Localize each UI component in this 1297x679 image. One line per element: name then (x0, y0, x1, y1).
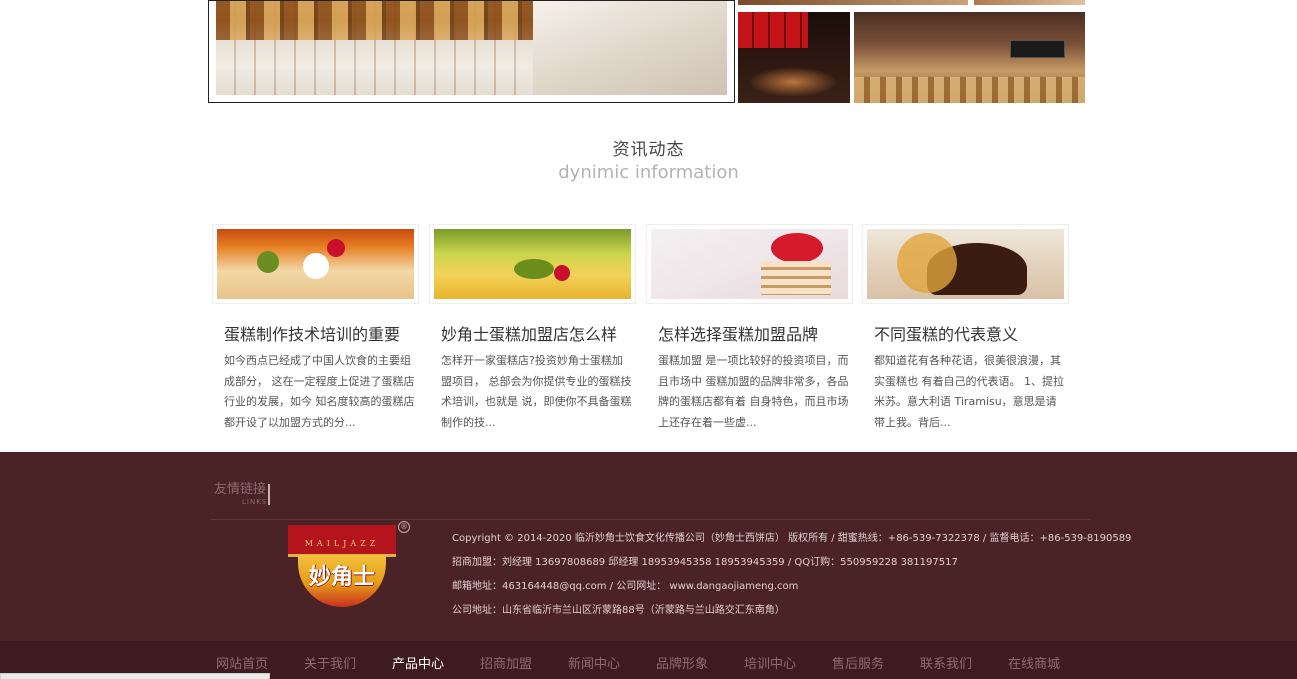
nav-news[interactable]: 新闻中心 (568, 653, 620, 672)
store-photo-thumb-1[interactable] (738, 0, 968, 5)
news-title[interactable]: 不同蛋糕的代表意义 (862, 321, 1069, 345)
news-thumbnail[interactable] (212, 224, 419, 304)
site-footer: 友情链接 LINKS MAILJAZZ 妙角士 ® Copyright © 20… (0, 452, 1297, 641)
store-photo-gallery (0, 0, 1297, 110)
footer-divider (210, 519, 1090, 520)
friendly-links-title: 友情链接 (214, 482, 267, 497)
news-title[interactable]: 蛋糕制作技术培训的重要 (212, 321, 419, 345)
nav-home[interactable]: 网站首页 (216, 653, 268, 672)
news-card[interactable]: 怎样选择蛋糕加盟品牌 蛋糕加盟 是一项比较好的投资项目，而且市场中 蛋糕加盟的品… (646, 224, 853, 433)
section-title-en: dynimic information (558, 162, 739, 183)
news-title[interactable]: 怎样选择蛋糕加盟品牌 (646, 321, 853, 345)
links-divider (268, 484, 270, 505)
news-excerpt: 怎样开一家蛋糕店?投资妙角士蛋糕加盟项目， 总部会为你提供专业的蛋糕技术培训，也… (441, 354, 632, 429)
cake-image (867, 229, 1064, 299)
nav-after-sales[interactable]: 售后服务 (832, 653, 884, 672)
cake-image (434, 229, 631, 299)
friendly-links-subtitle: LINKS (242, 498, 268, 506)
nav-brand[interactable]: 品牌形象 (656, 653, 708, 672)
news-section-heading: 资讯动态 dynimic information (0, 135, 1297, 183)
logo-brand-en: MAILJAZZ (304, 539, 380, 548)
nav-franchise[interactable]: 招商加盟 (480, 653, 532, 672)
email-website: 邮箱地址：463164448@qq.com / 公司网址： www.dangao… (452, 581, 799, 592)
news-excerpt: 蛋糕加盟 是一项比较好的投资项目，而且市场中 蛋糕加盟的品牌非常多，各品牌的蛋糕… (658, 354, 849, 429)
registered-mark-icon: ® (398, 521, 410, 533)
news-card[interactable]: 蛋糕制作技术培训的重要 如今西点已经成了中国人饮食的主要组成部分， 这在一定程度… (212, 224, 419, 433)
store-photo-main[interactable] (208, 0, 735, 103)
store-photo-thumb-3[interactable] (738, 12, 850, 103)
logo-banner: MAILJAZZ (288, 525, 396, 557)
logo-brand-cn: 妙角士 (308, 565, 375, 590)
store-photo-thumb-2[interactable] (974, 0, 1085, 5)
news-card[interactable]: 不同蛋糕的代表意义 都知道花有各种花语，很美很浪漫，其实蛋糕也 有着自己的代表语… (862, 224, 1069, 433)
section-title-cn: 资讯动态 (612, 140, 685, 160)
news-thumbnail[interactable] (429, 224, 636, 304)
company-info: Copyright © 2014-2020 临沂妙角士饮食文化传播公司（妙角士西… (452, 527, 1132, 623)
nav-about[interactable]: 关于我们 (304, 653, 356, 672)
bakery-display-image (216, 1, 727, 95)
store-photo-thumb-4[interactable] (854, 12, 1085, 103)
copyright-text: Copyright © 2014-2020 临沂妙角士饮食文化传播公司（妙角士西… (452, 533, 1132, 544)
nav-shop[interactable]: 在线商城 (1008, 653, 1060, 672)
cake-image (651, 229, 848, 299)
franchise-contacts: 招商加盟：刘经理 13697808689 邱经理 18953945358 189… (452, 557, 958, 568)
news-card[interactable]: 妙角士蛋糕加盟店怎么样 怎样开一家蛋糕店?投资妙角士蛋糕加盟项目， 总部会为你提… (429, 224, 636, 433)
news-title[interactable]: 妙角士蛋糕加盟店怎么样 (429, 321, 636, 345)
news-excerpt: 都知道花有各种花语，很美很浪漫，其实蛋糕也 有着自己的代表语。 1、提拉米苏。意… (874, 354, 1064, 429)
news-thumbnail[interactable] (646, 224, 853, 304)
company-address: 公司地址：山东省临沂市兰山区沂蒙路88号（沂蒙路与兰山路交汇东南角） (452, 605, 785, 616)
brand-logo[interactable]: MAILJAZZ 妙角士 ® (288, 521, 410, 607)
cake-image (217, 229, 414, 299)
news-excerpt: 如今西点已经成了中国人饮食的主要组成部分， 这在一定程度上促进了蛋糕店行业的发展… (224, 354, 415, 429)
nav-contact[interactable]: 联系我们 (920, 653, 972, 672)
news-list: 蛋糕制作技术培训的重要 如今西点已经成了中国人饮食的主要组成部分， 这在一定程度… (212, 224, 1072, 434)
nav-products[interactable]: 产品中心 (392, 653, 444, 672)
news-thumbnail[interactable] (862, 224, 1069, 304)
nav-training[interactable]: 培训中心 (744, 653, 796, 672)
browser-status-bar (0, 673, 270, 679)
